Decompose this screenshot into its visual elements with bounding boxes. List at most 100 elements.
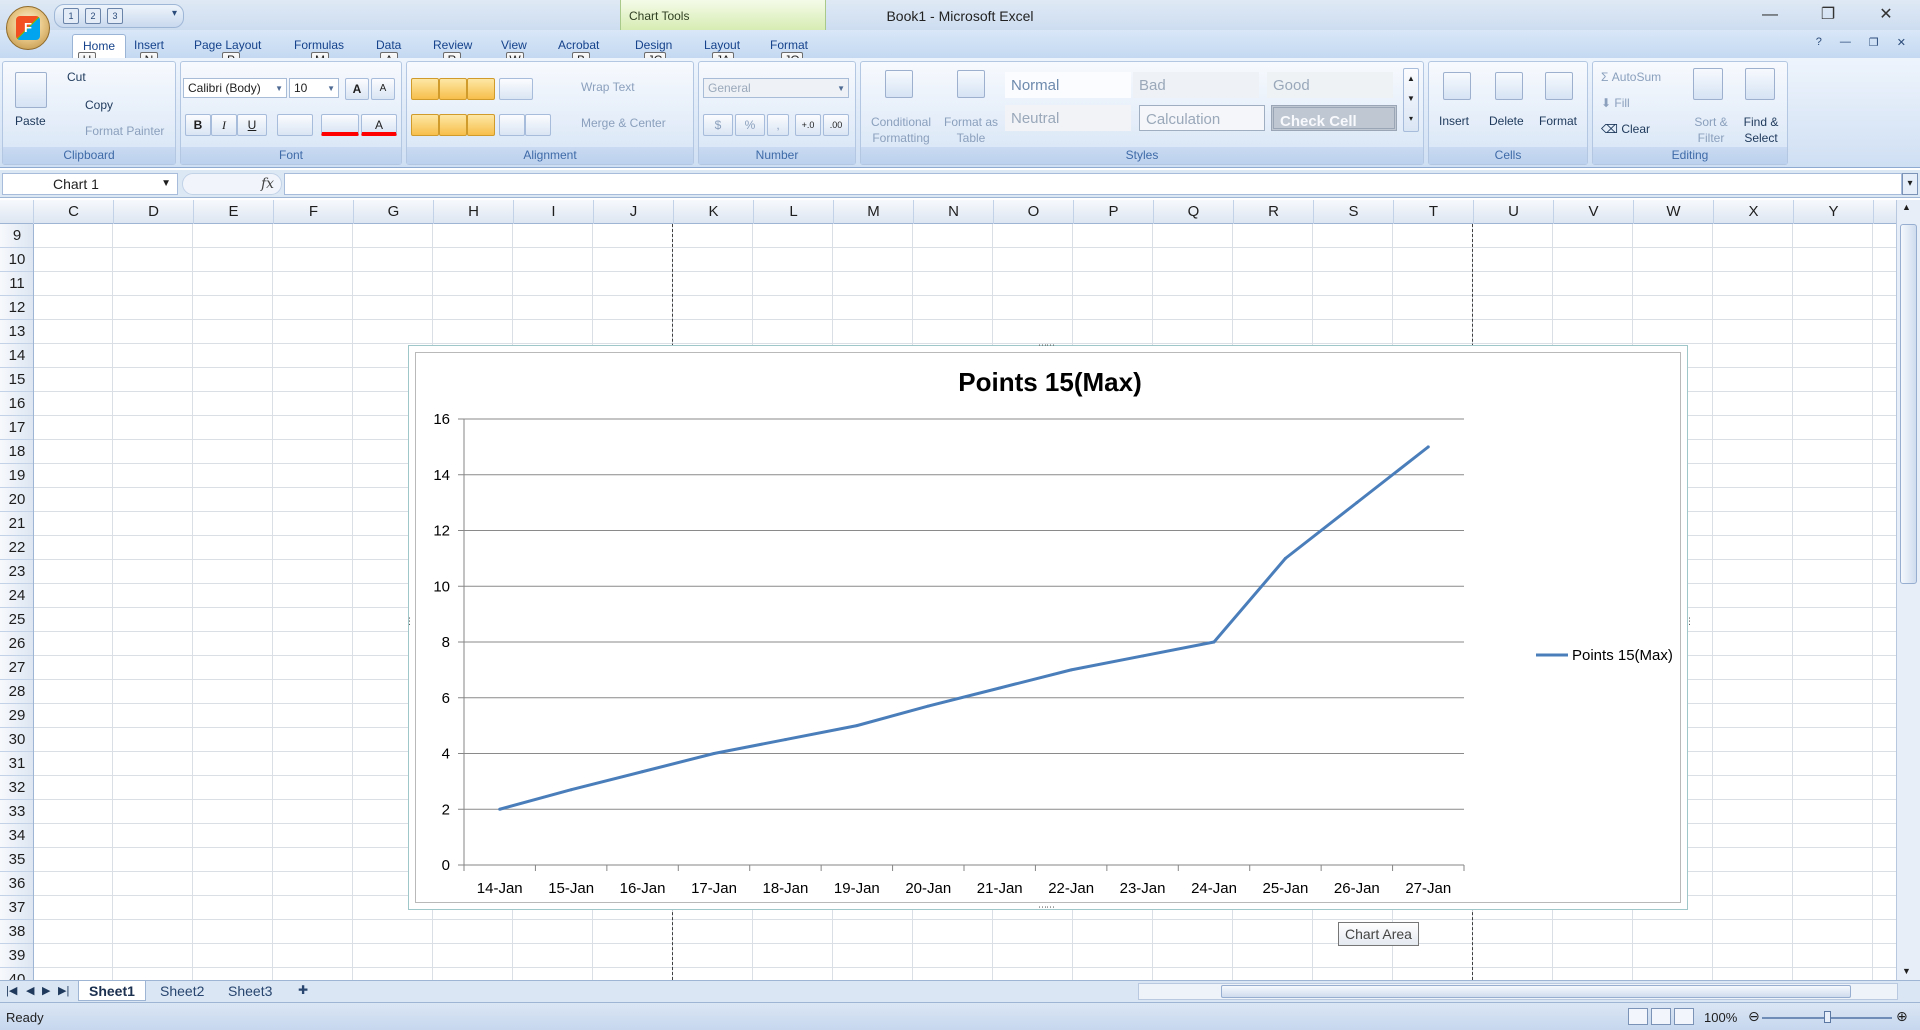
fill-button[interactable]: ⬇ Fill xyxy=(1601,96,1630,110)
align-top-icon[interactable] xyxy=(411,78,439,100)
tab-data[interactable]: Data xyxy=(376,38,401,52)
zoom-slider-thumb[interactable] xyxy=(1824,1011,1831,1023)
increase-indent-icon[interactable] xyxy=(525,114,551,136)
row-header[interactable]: 19 xyxy=(0,464,33,488)
normal-view-icon[interactable] xyxy=(1628,1008,1648,1025)
style-good[interactable]: Good xyxy=(1267,72,1393,98)
tab-format[interactable]: Format xyxy=(770,38,808,52)
row-header[interactable]: 16 xyxy=(0,392,33,416)
orientation-icon[interactable] xyxy=(499,78,533,100)
column-header[interactable]: I xyxy=(514,200,594,224)
borders-icon[interactable] xyxy=(277,114,313,136)
column-header[interactable]: N xyxy=(914,200,994,224)
font-size-combo[interactable]: 10 ▼ xyxy=(289,78,339,98)
row-header[interactable]: 35 xyxy=(0,848,33,872)
sort-filter-button[interactable]: Sort & Filter xyxy=(1689,114,1733,146)
chevron-down-icon[interactable]: ▼ xyxy=(161,174,171,194)
underline-button[interactable]: U xyxy=(237,114,267,136)
row-header[interactable]: 18 xyxy=(0,440,33,464)
row-header[interactable]: 21 xyxy=(0,512,33,536)
column-header[interactable]: W xyxy=(1634,200,1714,224)
restore-window-button[interactable]: ❐ xyxy=(1808,4,1848,26)
undo-icon[interactable]: 2 xyxy=(85,8,101,24)
row-header[interactable]: 28 xyxy=(0,680,33,704)
row-header[interactable]: 11 xyxy=(0,272,33,296)
increase-decimal-button[interactable]: +.0 xyxy=(795,114,821,136)
row-header[interactable]: 10 xyxy=(0,248,33,272)
column-header[interactable]: R xyxy=(1234,200,1314,224)
name-box[interactable]: Chart 1 ▼ xyxy=(2,173,178,195)
align-middle-icon[interactable] xyxy=(439,78,467,100)
column-header[interactable]: Q xyxy=(1154,200,1234,224)
tab-layout[interactable]: Layout xyxy=(704,38,740,52)
expand-formula-bar-icon[interactable]: ▾ xyxy=(1902,173,1918,195)
tab-acrobat[interactable]: Acrobat xyxy=(558,38,599,52)
zoom-out-icon[interactable]: ⊖ xyxy=(1748,1008,1760,1025)
row-header[interactable]: 26 xyxy=(0,632,33,656)
column-header[interactable]: F xyxy=(274,200,354,224)
row-header[interactable]: 12 xyxy=(0,296,33,320)
style-calculation[interactable]: Calculation xyxy=(1139,105,1265,131)
customize-qat-icon[interactable]: ▾ xyxy=(172,8,177,19)
column-header[interactable]: L xyxy=(754,200,834,224)
zoom-slider[interactable] xyxy=(1762,1011,1892,1023)
chart-resize-handle-top[interactable]: ⋯⋯ xyxy=(1038,340,1055,351)
vertical-scrollbar[interactable]: ▲ ▼ xyxy=(1896,200,1920,980)
column-header[interactable]: T xyxy=(1394,200,1474,224)
style-bad[interactable]: Bad xyxy=(1133,72,1259,98)
fill-color-icon[interactable] xyxy=(321,114,359,136)
tab-insert[interactable]: Insert xyxy=(134,38,164,52)
row-header[interactable]: 38 xyxy=(0,920,33,944)
column-header[interactable]: M xyxy=(834,200,914,224)
currency-button[interactable]: $ xyxy=(703,114,733,136)
next-sheet-icon[interactable]: ▶ xyxy=(42,984,50,997)
vertical-scroll-thumb[interactable] xyxy=(1900,224,1917,584)
find-select-button[interactable]: Find & Select xyxy=(1739,114,1783,146)
align-center-icon[interactable] xyxy=(439,114,467,136)
column-header[interactable]: C xyxy=(34,200,114,224)
autosum-button[interactable]: Σ AutoSum xyxy=(1601,70,1661,84)
first-sheet-icon[interactable]: |◀ xyxy=(6,984,17,997)
decrease-decimal-button[interactable]: .00 xyxy=(823,114,849,136)
prev-sheet-icon[interactable]: ◀ xyxy=(26,984,34,997)
insert-sheet-icon[interactable]: ✚ xyxy=(288,981,318,1001)
column-header[interactable]: J xyxy=(594,200,674,224)
row-header[interactable]: 32 xyxy=(0,776,33,800)
row-header[interactable]: 33 xyxy=(0,800,33,824)
sheet-tab-sheet1[interactable]: Sheet1 xyxy=(78,981,146,1001)
column-header[interactable]: Y xyxy=(1794,200,1874,224)
chart-resize-handle-bottom[interactable]: ⋯⋯ xyxy=(1038,902,1055,913)
ribbon-restore-button[interactable]: ❐ xyxy=(1869,36,1879,49)
scroll-down-icon[interactable]: ▼ xyxy=(1902,966,1911,976)
row-header[interactable]: 23 xyxy=(0,560,33,584)
row-header[interactable]: 22 xyxy=(0,536,33,560)
font-color-button[interactable]: A xyxy=(361,114,397,136)
insert-cells-button[interactable]: Insert xyxy=(1439,114,1469,128)
row-header[interactable]: 20 xyxy=(0,488,33,512)
row-header[interactable]: 36 xyxy=(0,872,33,896)
paste-button[interactable]: Paste xyxy=(15,114,46,128)
row-header[interactable]: 25 xyxy=(0,608,33,632)
align-right-icon[interactable] xyxy=(467,114,495,136)
column-header[interactable]: G xyxy=(354,200,434,224)
row-header[interactable]: 27 xyxy=(0,656,33,680)
format-painter-button[interactable]: Format Painter xyxy=(85,124,164,138)
decrease-indent-icon[interactable] xyxy=(499,114,525,136)
sheet-tab-sheet3[interactable]: Sheet3 xyxy=(218,981,282,1001)
row-header[interactable]: 14 xyxy=(0,344,33,368)
column-header[interactable]: X xyxy=(1714,200,1794,224)
styles-scroll-icon[interactable]: ▲ ▼ ▾ xyxy=(1403,68,1419,132)
redo-icon[interactable]: 3 xyxy=(107,8,123,24)
align-left-icon[interactable] xyxy=(411,114,439,136)
formula-input[interactable] xyxy=(284,173,1902,195)
column-header[interactable]: D xyxy=(114,200,194,224)
style-check-cell[interactable]: Check Cell xyxy=(1271,105,1397,131)
row-header[interactable]: 15 xyxy=(0,368,33,392)
column-header[interactable]: K xyxy=(674,200,754,224)
row-header[interactable]: 37 xyxy=(0,896,33,920)
save-icon[interactable]: 1 xyxy=(63,8,79,24)
row-header[interactable]: 31 xyxy=(0,752,33,776)
number-format-combo[interactable]: General ▼ xyxy=(703,78,849,98)
copy-button[interactable]: Copy xyxy=(85,98,113,112)
bold-button[interactable]: B xyxy=(185,114,211,136)
